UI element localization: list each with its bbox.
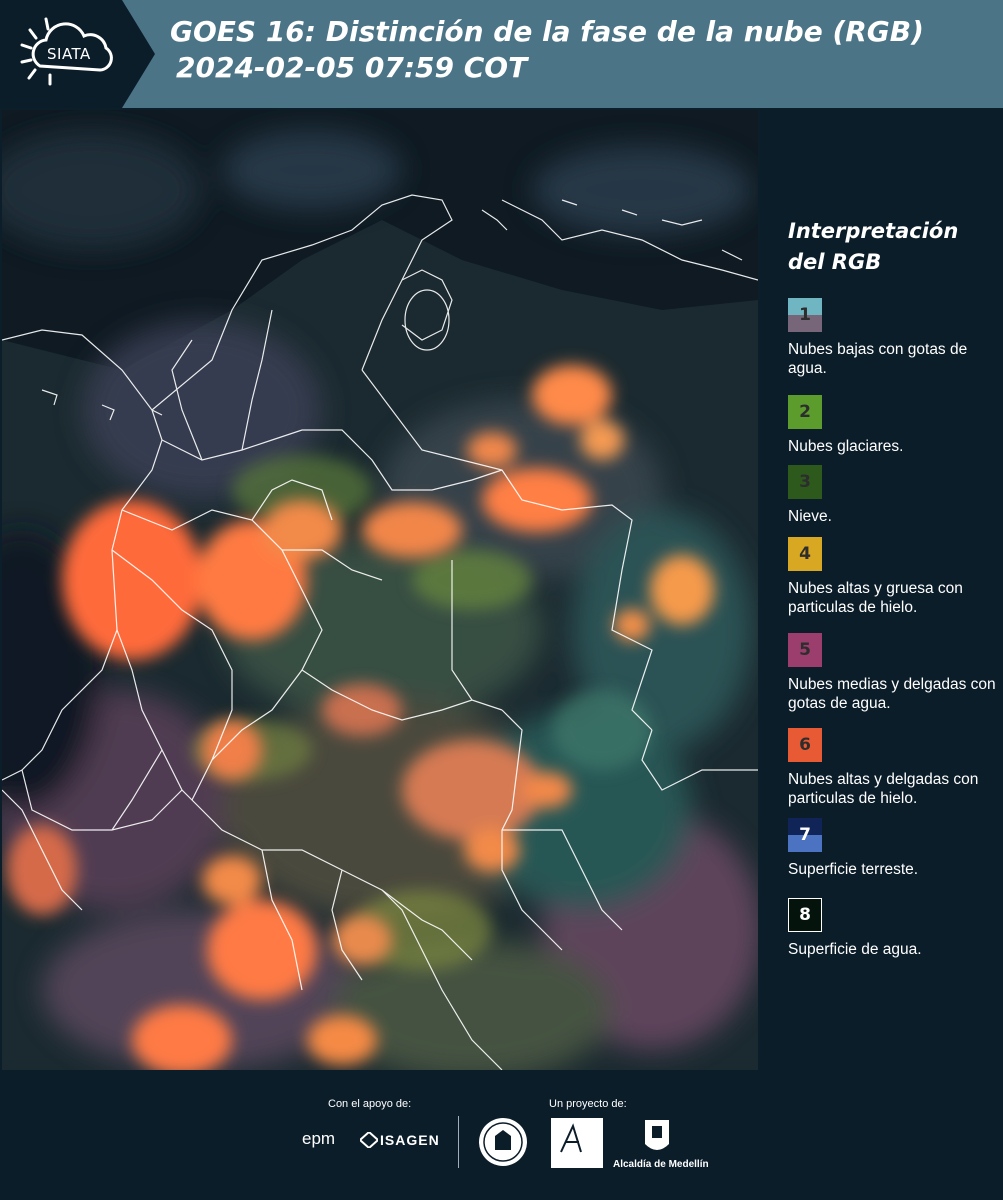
legend-number: 5: [799, 640, 811, 660]
legend-item: 8 Superficie de agua.: [788, 898, 1000, 959]
legend-title: Interpretación del RGB: [788, 219, 959, 274]
isagen-logo: ISAGEN: [380, 1132, 440, 1148]
legend-swatch: 3: [788, 465, 822, 499]
legend-item: 6 Nubes altas y delgadas con particulas d…: [788, 728, 1000, 808]
satellite-map[interactable]: [2, 110, 758, 1070]
alcaldia-text: Alcaldía de Medellín: [613, 1159, 709, 1170]
epm-logo: epm: [302, 1129, 336, 1148]
legend-panel: Interpretación del RGB 1 Nubes bajas con …: [760, 110, 1003, 1070]
legend-item: 7 Superficie terreste.: [788, 818, 1000, 879]
legend-description: Superficie terreste.: [788, 861, 919, 878]
legend-item: 4 Nubes altas y gruesa con particulas de …: [788, 537, 1000, 617]
area-metropolitana-logo: [551, 1118, 603, 1168]
legend-number: 8: [799, 905, 811, 925]
satellite-image: [2, 110, 758, 1070]
legend-swatch: 8: [788, 898, 822, 932]
page-title: GOES 16: Distinción de la fase de la nub…: [170, 14, 924, 86]
legend-swatch: 6: [788, 728, 822, 762]
siata-logo-text: SIATA: [47, 45, 91, 63]
legend-swatch: 4: [788, 537, 822, 571]
legend-item: 2 Nubes glaciares.: [788, 395, 1000, 456]
legend-description: Nubes altas y delgadas con particulas de…: [788, 771, 979, 807]
legend-description: Superficie de agua.: [788, 941, 922, 958]
support-label: Con el apoyo de:: [328, 1098, 412, 1110]
project-label: Un proyecto de:: [549, 1098, 627, 1110]
legend-description: Nubes glaciares.: [788, 438, 904, 455]
legend-description: Nubes bajas con gotas de agua.: [788, 341, 968, 377]
legend-number: 3: [799, 472, 811, 492]
legend-number: 4: [799, 544, 811, 564]
isagen-icon: [360, 1132, 378, 1148]
siata-logo: SIATA: [0, 0, 155, 108]
legend-item: 5 Nubes medias y delgadas con gotas de ag…: [788, 633, 1000, 713]
legend-number: 7: [799, 825, 811, 845]
legend-description: Nieve.: [788, 508, 832, 525]
legend-number: 1: [799, 305, 811, 325]
footer-divider: [458, 1116, 459, 1168]
footer: Con el apoyo de: epm ISAGEN Un proyecto …: [0, 1070, 1003, 1200]
legend-description: Nubes altas y gruesa con particulas de h…: [788, 580, 963, 616]
legend-swatch: 2: [788, 395, 822, 429]
legend-description: Nubes medias y delgadas con gotas de agu…: [788, 676, 996, 712]
legend-swatch: 1: [788, 298, 822, 332]
university-seal-icon: [479, 1118, 527, 1166]
legend-swatch: 7: [788, 818, 822, 852]
legend-number: 2: [799, 402, 811, 422]
title-timestamp: 2024-02-05 07:59 COT: [176, 51, 528, 84]
legend-item: 1 Nubes bajas con gotas de agua.: [788, 298, 1000, 378]
header: SIATA GOES 16: Distinción de la fase de …: [0, 0, 1003, 108]
alcaldia-shield-icon: [645, 1120, 669, 1150]
legend-number: 6: [799, 735, 811, 755]
legend-swatch: 5: [788, 633, 822, 667]
title-line-1: GOES 16: Distinción de la fase de la nub…: [170, 15, 924, 48]
legend-item: 3 Nieve.: [788, 465, 1000, 526]
